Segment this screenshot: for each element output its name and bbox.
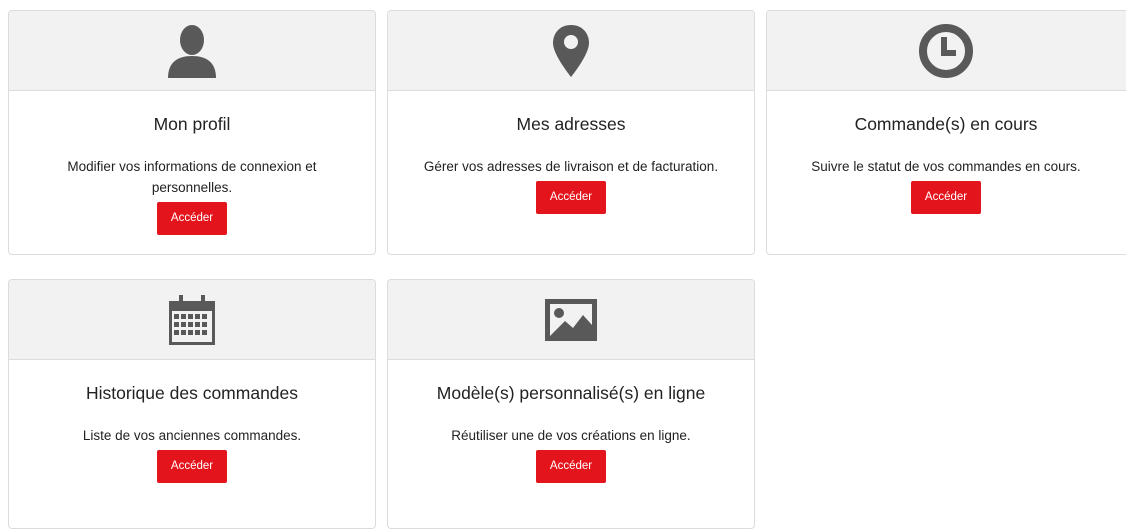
acceder-button-historique[interactable]: Accéder: [156, 450, 228, 483]
card-description: Modifier vos informations de connexion e…: [67, 159, 317, 195]
user-icon: [164, 22, 220, 80]
card-commandes-en-cours: Commande(s) en cours Suivre le statut de…: [766, 10, 1126, 255]
card-historique-commandes: Historique des commandes Liste de vos an…: [8, 279, 376, 529]
card-mon-profil: Mon profil Modifier vos informations de …: [8, 10, 376, 255]
card-header: [388, 11, 754, 91]
card-modeles-personnalises: Modèle(s) personnalisé(s) en ligne Réuti…: [387, 279, 755, 529]
acceder-button-adresses[interactable]: Accéder: [535, 181, 607, 214]
card-title: Historique des commandes: [85, 383, 299, 403]
card-description: Suivre le statut de vos commandes en cou…: [811, 159, 1081, 174]
image-icon: [543, 297, 599, 343]
acceder-button-profil[interactable]: Accéder: [156, 202, 228, 235]
card-title: Mon profil: [153, 114, 231, 134]
card-description: Réutiliser une de vos créations en ligne…: [451, 428, 691, 443]
card-title: Modèle(s) personnalisé(s) en ligne: [436, 383, 706, 403]
calendar-icon: [167, 293, 217, 347]
card-header: [388, 280, 754, 360]
card-title: Mes adresses: [516, 114, 626, 134]
clock-icon: [918, 23, 974, 79]
card-description: Gérer vos adresses de livraison et de fa…: [423, 159, 719, 174]
card-mes-adresses: Mes adresses Gérer vos adresses de livra…: [387, 10, 755, 255]
acceder-button-commandes-en-cours[interactable]: Accéder: [910, 181, 982, 214]
map-marker-icon: [551, 23, 591, 79]
card-header: [9, 11, 375, 91]
card-title: Commande(s) en cours: [854, 114, 1038, 134]
card-description: Liste de vos anciennes commandes.: [82, 428, 302, 443]
card-header: [9, 280, 375, 360]
card-header: [767, 11, 1126, 91]
acceder-button-modeles[interactable]: Accéder: [535, 450, 607, 483]
